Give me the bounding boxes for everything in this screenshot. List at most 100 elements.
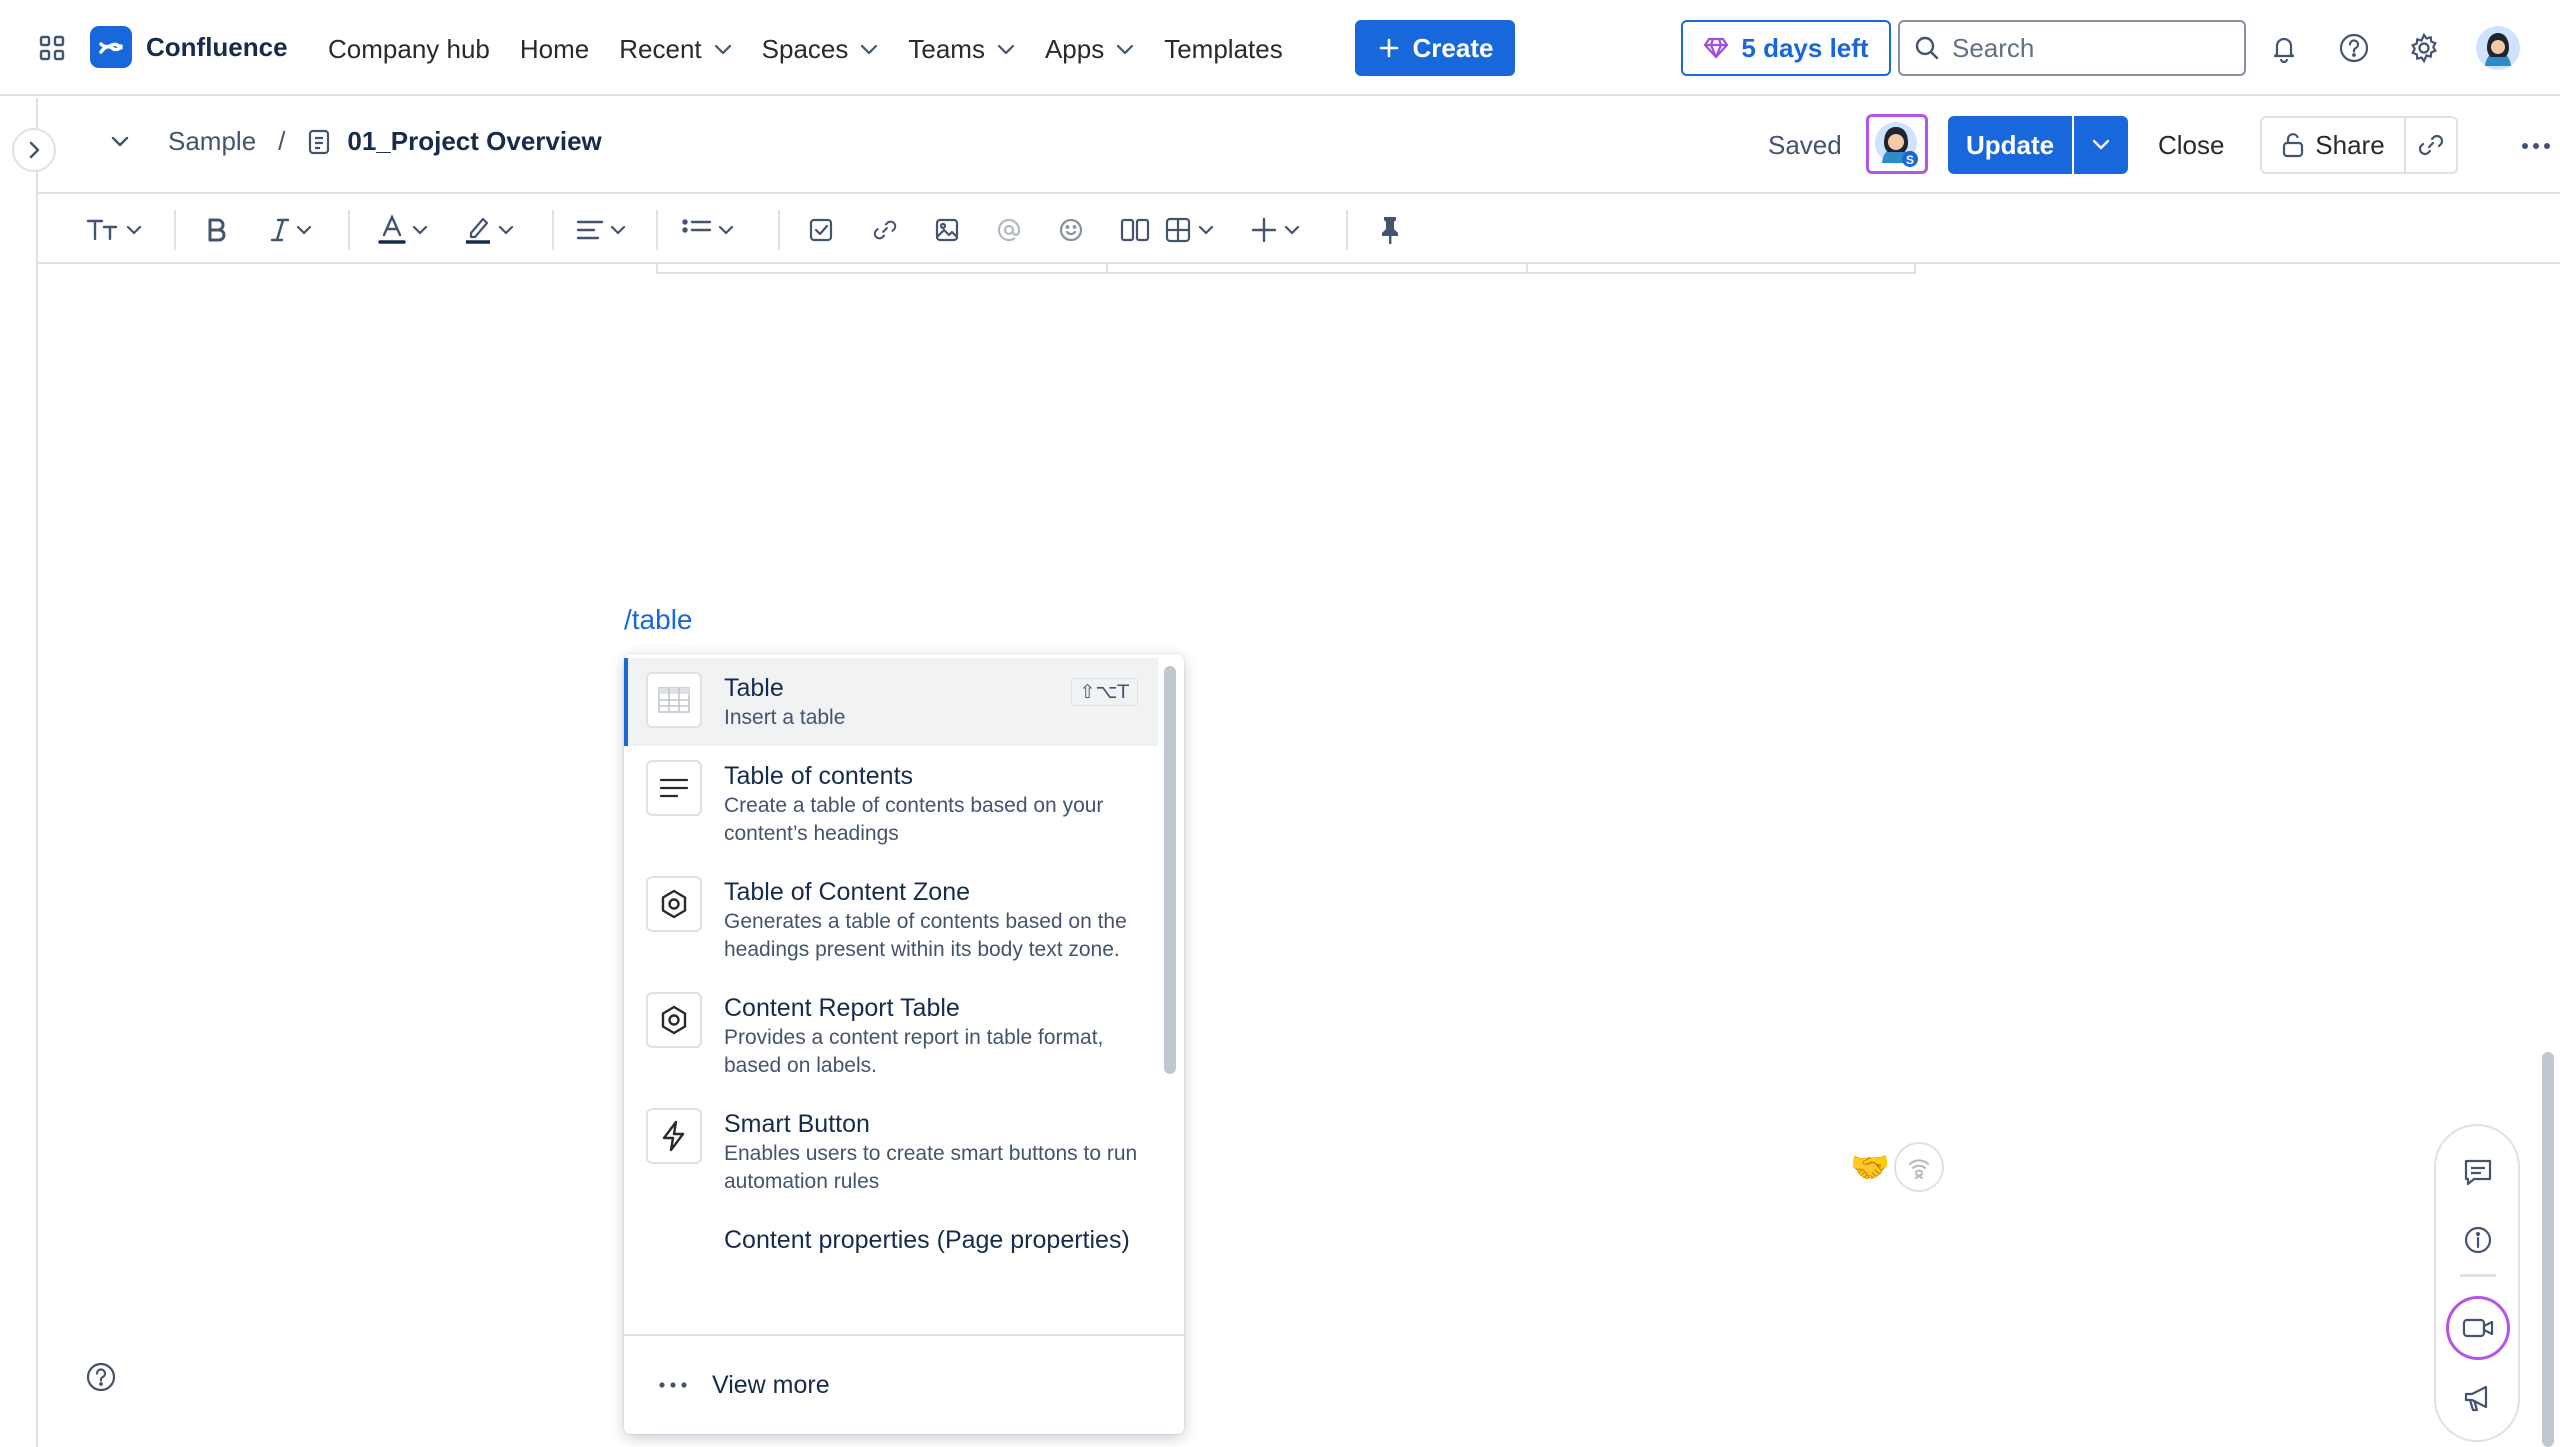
app-switcher-icon[interactable] <box>32 30 72 66</box>
checkbox-icon <box>809 218 833 242</box>
chevron-down-icon <box>412 225 428 235</box>
nav-item-home[interactable]: Home <box>508 26 601 73</box>
save-status: Saved <box>1768 130 1842 160</box>
nav-item-apps[interactable]: Apps <box>1033 26 1146 73</box>
chevron-down-icon <box>498 225 514 235</box>
slash-menu-list: Table Insert a table ⇧⌥T Table of contents C… <box>624 658 1158 1338</box>
close-button[interactable]: Close <box>2158 130 2224 161</box>
chevron-right-icon <box>29 141 40 159</box>
toolbar-divider <box>1346 210 1348 250</box>
list-dropdown[interactable] <box>682 210 734 250</box>
menu-item-title: Table of contents <box>724 762 914 790</box>
update-options-button[interactable] <box>2074 116 2128 174</box>
diamond-icon <box>1704 37 1729 59</box>
nav-item-recent[interactable]: Recent <box>607 26 743 73</box>
table-column-divider <box>1106 264 1108 272</box>
search-field[interactable] <box>1898 20 2246 76</box>
slash-menu-item-smart-button[interactable]: Smart Button Enables users to create smar… <box>624 1094 1158 1210</box>
info-icon[interactable] <box>2456 1218 2500 1262</box>
slash-menu-item-content-report-table[interactable]: Content Report Table Provides a content r… <box>624 978 1158 1094</box>
brand-name: Confluence <box>146 31 288 62</box>
keyboard-shortcut: ⇧⌥T <box>1070 678 1138 706</box>
menu-scrollbar[interactable] <box>1164 666 1176 1074</box>
create-button[interactable]: Create <box>1355 20 1515 76</box>
highlight-dropdown[interactable] <box>464 210 514 250</box>
nav-item-templates[interactable]: Templates <box>1152 26 1295 73</box>
link-button[interactable] <box>872 210 898 250</box>
view-more-button[interactable]: View more <box>624 1334 1184 1434</box>
help-icon[interactable] <box>82 1358 120 1396</box>
nav-item-company-hub[interactable]: Company hub <box>316 26 502 73</box>
nav-item-label: Company hub <box>328 34 490 64</box>
menu-item-description: Provides a content report in table forma… <box>724 1026 1104 1077</box>
nav-item-label: Spaces <box>761 34 849 64</box>
table-icon <box>646 672 702 728</box>
nav-item-spaces[interactable]: Spaces <box>750 26 891 73</box>
slash-command-text[interactable]: /table <box>624 604 693 636</box>
link-icon <box>2418 134 2444 156</box>
chevron-down-icon <box>2092 139 2110 150</box>
expand-sidebar-button[interactable] <box>12 128 56 172</box>
settings-icon[interactable] <box>2406 30 2442 66</box>
slash-menu-item-table-of-content-zone[interactable]: Table of Content Zone Generates a table o… <box>624 862 1158 978</box>
italic-dropdown[interactable] <box>270 210 312 250</box>
layouts-button[interactable] <box>1120 210 1150 250</box>
text-style-dropdown[interactable] <box>86 210 142 250</box>
help-icon[interactable] <box>2336 30 2372 66</box>
table-icon <box>1165 217 1191 243</box>
chevron-down-icon <box>718 225 734 235</box>
bold-button[interactable] <box>206 210 228 250</box>
pin-toolbar-button[interactable] <box>1378 210 1402 250</box>
menu-item-text: Content Report Table Provides a content r… <box>724 992 1138 1080</box>
slash-menu-item-content-properties-page-properties[interactable]: Content properties (Page properties) <box>624 1210 1158 1294</box>
breadcrumb-space[interactable]: Sample <box>168 126 256 157</box>
presence-badge[interactable] <box>1893 1142 1944 1192</box>
video-record-button[interactable] <box>2446 1296 2510 1360</box>
chevron-down-icon <box>860 44 878 56</box>
slash-menu-item-table[interactable]: Table Insert a table ⇧⌥T <box>624 658 1158 746</box>
trial-label: 5 days left <box>1741 32 1869 63</box>
task-button[interactable] <box>808 210 834 250</box>
insert-dropdown[interactable] <box>1250 210 1300 250</box>
italic-icon <box>270 218 290 242</box>
confluence-logo[interactable]: Confluence <box>90 26 288 68</box>
text-color-dropdown[interactable] <box>378 210 428 250</box>
mention-button[interactable] <box>996 210 1022 250</box>
search-input[interactable] <box>1952 32 2232 64</box>
menu-item-description: Enables users to create smart buttons to… <box>724 1142 1138 1193</box>
image-button[interactable] <box>934 210 960 250</box>
page-scrollbar[interactable] <box>2542 1052 2554 1447</box>
share-button[interactable]: Share <box>2260 116 2406 174</box>
emoji-button[interactable] <box>1058 210 1084 250</box>
update-button[interactable]: Update <box>1948 116 2072 174</box>
mention-icon <box>997 218 1021 242</box>
hexagon-icon <box>646 876 702 932</box>
view-more-label: View more <box>712 1370 830 1399</box>
chevron-down-icon <box>126 225 142 235</box>
slash-menu-item-table-of-contents[interactable]: Table of contents Create a table of conte… <box>624 746 1158 862</box>
nav-item-label: Teams <box>908 34 985 64</box>
notifications-icon[interactable] <box>2266 30 2302 66</box>
copy-link-button[interactable] <box>2406 116 2458 174</box>
nav-item-teams[interactable]: Teams <box>896 26 1027 73</box>
nav-item-label: Apps <box>1044 34 1105 64</box>
toolbar-divider <box>174 210 176 250</box>
table-dropdown[interactable] <box>1164 210 1214 250</box>
nav-item-label: Recent <box>619 34 702 64</box>
top-navigation: Confluence Company hub Home Recent Spaces Te… <box>0 0 2560 96</box>
breadcrumb-collapse-toggle[interactable] <box>110 135 130 149</box>
chevron-down-icon <box>1284 225 1300 235</box>
announcement-icon[interactable] <box>2456 1376 2500 1420</box>
table-column-divider <box>1526 264 1528 272</box>
breadcrumb-page-title[interactable]: 01_Project Overview <box>347 126 601 157</box>
collaborator-avatar[interactable]: S <box>1866 114 1928 174</box>
presence-indicator: 🤝 <box>1850 1142 1944 1192</box>
trial-button[interactable]: 5 days left <box>1681 20 1891 76</box>
toc-icon <box>646 760 702 816</box>
wifi-off-icon <box>1908 1159 1929 1179</box>
floating-action-rail <box>2434 1124 2520 1442</box>
alignment-dropdown[interactable] <box>576 210 626 250</box>
comments-icon[interactable] <box>2456 1150 2500 1194</box>
more-actions-icon[interactable] <box>2514 128 2558 164</box>
profile-avatar[interactable] <box>2476 26 2520 70</box>
